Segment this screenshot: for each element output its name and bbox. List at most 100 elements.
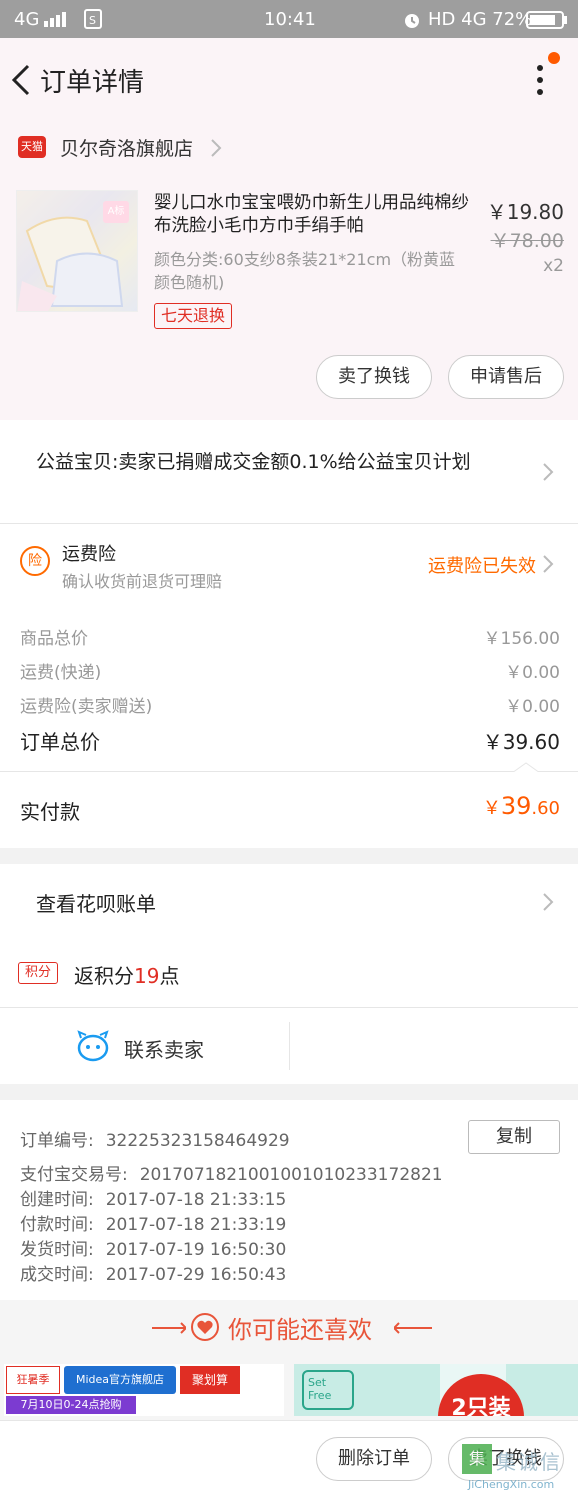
- setfree-banner[interactable]: Set Free 2只装: [294, 1364, 578, 1416]
- midea-brand: Midea官方旗舰店: [64, 1366, 176, 1394]
- recommend-title: 你可能还喜欢: [228, 1316, 372, 1344]
- info-row: 付款时间: 2017-07-18 21:33:19: [20, 1210, 286, 1235]
- info-value: 32225323158464929: [105, 1131, 290, 1151]
- clock: 10:41: [264, 9, 316, 30]
- chevron-right-icon: [543, 555, 554, 573]
- original-price: ￥78.00: [490, 230, 564, 252]
- paid-integer: 39: [500, 792, 532, 820]
- sim-icon: S: [84, 9, 102, 29]
- paid-currency: ￥: [482, 798, 501, 819]
- back-arrow-icon[interactable]: [8, 62, 38, 98]
- store-name[interactable]: 贝尔奇洛旗舰店: [60, 134, 193, 161]
- app-header: 订单详情: [0, 38, 578, 120]
- info-value: 2017-07-19 16:50:30: [105, 1240, 287, 1260]
- alarm-icon: [405, 14, 419, 28]
- order-info-section: 复制 订单编号: 32225323158464929 支付宝交易号: 2017071…: [0, 1100, 578, 1300]
- info-label: 支付宝交易号:: [20, 1165, 128, 1185]
- product-card[interactable]: A标 婴儿口水巾宝宝喂奶巾新生儿用品纯棉纱布洗脸小毛巾方巾手绢手帕 颜色分类:6…: [0, 180, 578, 420]
- contact-seller-row[interactable]: 联系卖家: [0, 1008, 578, 1084]
- points-prefix: 返积分: [74, 964, 134, 988]
- info-value: 2017-07-18 21:33:19: [105, 1215, 287, 1235]
- summary-row: 商品总价 ￥156.00: [20, 624, 560, 649]
- order-total-row: 订单总价 ￥39.60: [20, 726, 560, 755]
- towel-image: [17, 216, 124, 311]
- paid-label: 实付款: [20, 800, 80, 824]
- insurance-subtitle: 确认收货前退货可理赔: [62, 572, 223, 591]
- status-bar: 4G S 10:41 HD 4G 72%: [0, 0, 578, 38]
- sell-exchange-button[interactable]: 卖了换钱: [316, 355, 432, 399]
- recommend-banners: 狂暑季 Midea官方旗舰店 聚划算 7月10日0-24点抢购 Set Free…: [0, 1358, 578, 1420]
- summary-label: 运费(快递): [20, 663, 102, 683]
- info-label: 付款时间:: [20, 1215, 94, 1235]
- info-value: 2017-07-29 16:50:43: [105, 1265, 287, 1285]
- more-menu-icon[interactable]: [530, 58, 550, 102]
- divider: [289, 1022, 290, 1070]
- delete-order-button[interactable]: 删除订单: [316, 1437, 432, 1481]
- contact-seller-label[interactable]: 联系卖家: [124, 1034, 204, 1063]
- order-total-value: ￥39.60: [482, 730, 560, 754]
- info-value: 2017-07-18 21:33:15: [105, 1190, 287, 1210]
- info-row: 创建时间: 2017-07-18 21:33:15: [20, 1185, 286, 1210]
- arrow-left-icon: [394, 1322, 404, 1334]
- recommend-header: 你可能还喜欢: [0, 1300, 578, 1358]
- chevron-right-icon: [543, 893, 554, 911]
- banner-tag: 狂暑季: [6, 1366, 60, 1394]
- info-row: 支付宝交易号: 2017071821001001010233172821: [20, 1160, 443, 1185]
- product-price: ￥19.80: [486, 200, 564, 224]
- paid-amount-row: 实付款 ￥39.60: [0, 772, 578, 848]
- huabei-bill-row[interactable]: 查看花呗账单: [0, 864, 578, 938]
- store-row[interactable]: 天猫 贝尔奇洛旗舰店: [0, 120, 578, 180]
- copy-button[interactable]: 复制: [468, 1120, 560, 1154]
- points-suffix: 点: [159, 964, 180, 988]
- points-text: 返积分19点: [74, 960, 179, 989]
- watermark-url: JiChengXin.com: [468, 1478, 555, 1491]
- order-total-label: 订单总价: [20, 730, 100, 754]
- info-label: 订单编号:: [20, 1131, 94, 1151]
- info-value: 2017071821001001010233172821: [139, 1165, 443, 1185]
- watermark-text: 集诚信: [496, 1450, 562, 1474]
- notification-dot: [548, 52, 560, 64]
- info-row: 成交时间: 2017-07-29 16:50:43: [20, 1260, 286, 1285]
- summary-value: ￥0.00: [505, 697, 560, 717]
- info-label: 成交时间:: [20, 1265, 94, 1285]
- svg-text:S: S: [89, 14, 96, 27]
- product-quantity: x2: [543, 256, 564, 276]
- info-label: 创建时间:: [20, 1190, 94, 1210]
- status-right: HD 4G 72%: [428, 9, 533, 30]
- insurance-title: 运费险: [62, 544, 116, 565]
- points-count: 19: [134, 964, 160, 988]
- midea-banner[interactable]: 狂暑季 Midea官方旗舰店 聚划算 7月10日0-24点抢购: [4, 1364, 284, 1416]
- points-tag: 积分: [18, 962, 58, 984]
- banner-date: 7月10日0-24点抢购: [6, 1396, 136, 1414]
- summary-value: ￥156.00: [483, 629, 560, 649]
- chevron-right-icon: [543, 463, 554, 481]
- info-row: 订单编号: 32225323158464929: [20, 1126, 290, 1151]
- summary-value: ￥0.00: [505, 663, 560, 683]
- paid-value: ￥39.60: [483, 792, 560, 820]
- product-title[interactable]: 婴儿口水巾宝宝喂奶巾新生儿用品纯棉纱布洗脸小毛巾方巾手绢手帕: [154, 192, 470, 238]
- apply-aftersale-button[interactable]: 申请售后: [448, 355, 564, 399]
- insurance-status: 运费险已失效: [428, 556, 536, 577]
- chevron-right-icon: [211, 139, 222, 157]
- price-summary: 商品总价 ￥156.00 运费(快递) ￥0.00 运费险(卖家赠送) ￥0.0…: [0, 600, 578, 772]
- summary-row: 运费险(卖家赠送) ￥0.00: [20, 692, 560, 717]
- points-row: 积分 返积分19点: [0, 938, 578, 1008]
- product-spec: 颜色分类:60支纱8条装21*21cm（粉黄蓝颜色随机): [154, 250, 456, 292]
- charity-row[interactable]: 公益宝贝:卖家已捐赠成交金额0.1%给公益宝贝计划: [0, 420, 578, 524]
- paid-decimal: .60: [531, 798, 560, 819]
- heart-icon: [191, 1313, 219, 1341]
- signal-icon: [44, 12, 66, 27]
- product-thumbnail[interactable]: A标: [16, 190, 138, 312]
- divider: [404, 1327, 432, 1329]
- tmall-badge: 天猫: [18, 136, 46, 158]
- site-watermark: 集 集诚信 JiChengXin.com: [462, 1444, 574, 1496]
- seven-day-return-tag: 七天退换: [154, 303, 233, 329]
- watermark-logo: 集: [462, 1444, 492, 1474]
- shipping-insurance-row[interactable]: 险 运费险 确认收货前退货可理赔 运费险已失效: [0, 524, 578, 600]
- setfree-logo: Set Free: [302, 1370, 354, 1410]
- chat-face-icon: [77, 1030, 109, 1062]
- insurance-icon: 险: [20, 546, 50, 576]
- network-label: 4G: [14, 9, 40, 30]
- juhuasuan-tag: 聚划算: [180, 1366, 240, 1394]
- battery-icon: [526, 11, 567, 29]
